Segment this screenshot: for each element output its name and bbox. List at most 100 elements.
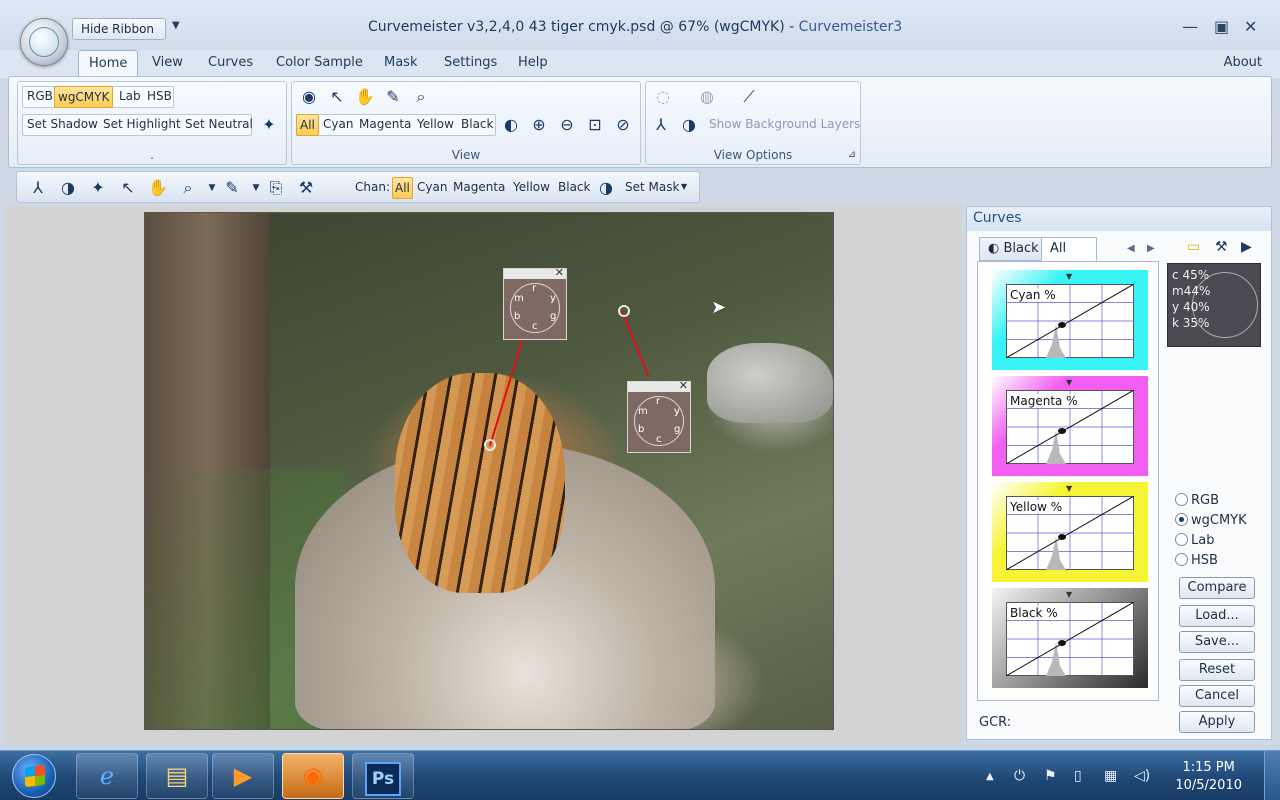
- sample-target-2[interactable]: [618, 305, 630, 317]
- cyan-curve[interactable]: Cyan % ▼: [992, 270, 1148, 370]
- set-mask-button[interactable]: Set Mask: [625, 177, 679, 199]
- zoom-out-icon[interactable]: ⊖: [556, 114, 578, 136]
- zoom-tool-icon[interactable]: ⌕: [410, 86, 432, 108]
- wrench-icon[interactable]: ⚒: [1215, 239, 1228, 255]
- hide-ribbon-button[interactable]: Hide Ribbon: [72, 18, 166, 40]
- tab-help[interactable]: Help: [512, 55, 554, 70]
- view-cyan-button[interactable]: Cyan: [320, 114, 356, 136]
- about-link[interactable]: About: [1224, 55, 1262, 70]
- color-sampler-1[interactable]: ✕ r m y b g c: [503, 266, 567, 340]
- mode-radio-wgcmyk[interactable]: wgCMYK: [1175, 513, 1247, 528]
- color-sampler-2[interactable]: ✕ r m y b g c: [627, 379, 691, 453]
- mode-radio-hsb[interactable]: HSB: [1175, 553, 1218, 568]
- magenta-curve[interactable]: Magenta % ▼: [992, 376, 1148, 476]
- curve-handle-icon[interactable]: ▼: [1066, 272, 1072, 281]
- mask-toggle-icon[interactable]: ◑: [678, 114, 700, 136]
- start-button[interactable]: [12, 754, 56, 798]
- firefox-icon[interactable]: ◉: [282, 753, 344, 799]
- tab-black[interactable]: ◐ Black: [979, 237, 1048, 261]
- power-icon[interactable]: ⏻: [1014, 768, 1025, 784]
- tab-color-sample[interactable]: Color Sample: [270, 55, 369, 70]
- tab-mask[interactable]: Mask: [378, 55, 423, 70]
- mode-wgcmyk-button[interactable]: wgCMYK: [54, 86, 114, 108]
- load-button[interactable]: Load...: [1179, 605, 1255, 627]
- image-canvas[interactable]: ✕ r m y b g c ✕ r m y b g c ➤: [144, 212, 834, 730]
- chan-all-button[interactable]: All: [392, 177, 413, 199]
- split-icon[interactable]: ⅄: [27, 177, 49, 199]
- hand-tool-icon[interactable]: ✋: [354, 86, 376, 108]
- network-icon[interactable]: ▦: [1104, 768, 1117, 784]
- zoom-icon[interactable]: ⌕: [177, 177, 199, 199]
- show-desktop-button[interactable]: [1264, 751, 1280, 800]
- tab-settings[interactable]: Settings: [438, 55, 503, 70]
- maximize-button[interactable]: ▣: [1214, 17, 1229, 36]
- zoom-actual-icon[interactable]: ⊘: [612, 114, 634, 136]
- action-center-flag-icon[interactable]: ⚑: [1044, 768, 1057, 784]
- tab-all[interactable]: All: [1041, 237, 1097, 261]
- close-button[interactable]: ✕: [1244, 17, 1257, 36]
- mode-hsb-button[interactable]: HSB: [144, 86, 175, 108]
- zoom-dropdown-icon[interactable]: ▼: [201, 177, 223, 199]
- mask-glasses-icon[interactable]: ◑: [57, 177, 79, 199]
- folder-icon[interactable]: ▭: [1187, 239, 1200, 255]
- quick-access-dropdown-icon[interactable]: ▼: [172, 20, 180, 31]
- compare-button[interactable]: Compare: [1179, 577, 1255, 599]
- sample-overlay-icon[interactable]: ◌: [652, 86, 674, 108]
- curve-display-icon[interactable]: ⟋: [738, 86, 760, 108]
- chan-magenta-button[interactable]: Magenta: [453, 177, 505, 199]
- chan-yellow-button[interactable]: Yellow: [513, 177, 550, 199]
- pan-hand-icon[interactable]: ✋: [147, 177, 169, 199]
- mode-radio-rgb[interactable]: RGB: [1175, 493, 1219, 508]
- device-icon[interactable]: ▯: [1074, 768, 1082, 784]
- eyedropper-icon[interactable]: ✎: [382, 86, 404, 108]
- set-mask-dropdown-icon[interactable]: ▼: [681, 177, 687, 199]
- reset-button[interactable]: Reset: [1179, 659, 1255, 681]
- eyedropper-tool-icon[interactable]: ✎: [221, 177, 243, 199]
- eyedropper-dropdown-icon[interactable]: ▼: [245, 177, 267, 199]
- zoom-in-icon[interactable]: ⊕: [528, 114, 550, 136]
- view-magenta-button[interactable]: Magenta: [356, 114, 414, 136]
- volume-icon[interactable]: ◁): [1134, 768, 1150, 784]
- media-player-icon[interactable]: ▶: [212, 753, 274, 799]
- tray-expand-icon[interactable]: ▲: [986, 771, 994, 782]
- tab-next-icon[interactable]: ▶: [1147, 243, 1155, 254]
- internet-explorer-icon[interactable]: ℯ: [76, 753, 138, 799]
- mode-lab-button[interactable]: Lab: [116, 86, 144, 108]
- file-explorer-icon[interactable]: ▤: [146, 753, 208, 799]
- cancel-button[interactable]: Cancel: [1179, 685, 1255, 707]
- set-highlight-button[interactable]: Set Highlight: [100, 114, 184, 136]
- sample-target-1[interactable]: [484, 439, 496, 451]
- clock[interactable]: 1:15 PM 10/5/2010: [1175, 759, 1242, 795]
- chan-cyan-button[interactable]: Cyan: [417, 177, 447, 199]
- view-all-button[interactable]: All: [296, 114, 319, 136]
- black-curve[interactable]: Black % ▼: [992, 588, 1148, 688]
- play-icon[interactable]: ▶: [1241, 239, 1252, 255]
- photoshop-taskbar-button[interactable]: Ps: [352, 753, 414, 799]
- tab-prev-icon[interactable]: ◀: [1127, 243, 1135, 254]
- app-orb-button[interactable]: [20, 18, 68, 66]
- view-yellow-button[interactable]: Yellow: [414, 114, 457, 136]
- chan-black-button[interactable]: Black: [558, 177, 590, 199]
- curve-handle-icon[interactable]: ▼: [1066, 378, 1072, 387]
- copy-icon[interactable]: ⎘: [265, 177, 287, 199]
- mask-overlay-icon[interactable]: ◍: [696, 86, 718, 108]
- set-shadow-button[interactable]: Set Shadow: [24, 114, 101, 136]
- sampler-close-icon[interactable]: ✕: [679, 379, 688, 392]
- zoom-fit-icon[interactable]: ⊡: [584, 114, 606, 136]
- pointer-arrow-icon[interactable]: ↖: [326, 86, 348, 108]
- mode-rgb-button[interactable]: RGB: [24, 86, 56, 108]
- auto-wand-icon[interactable]: ✦: [87, 177, 109, 199]
- tab-curves[interactable]: Curves: [202, 55, 259, 70]
- apply-button[interactable]: Apply: [1179, 711, 1255, 733]
- sampler-close-icon[interactable]: ✕: [555, 266, 564, 279]
- mask-icon[interactable]: ◐: [500, 114, 522, 136]
- auto-neutral-wand-icon[interactable]: ✦: [258, 114, 280, 136]
- mask-icon-small[interactable]: ◑: [595, 177, 617, 199]
- show-background-layers-button[interactable]: Show Background Layers: [706, 114, 863, 136]
- curve-handle-icon[interactable]: ▼: [1066, 484, 1072, 493]
- curves-logo-icon[interactable]: ◉: [298, 86, 320, 108]
- yellow-curve[interactable]: Yellow % ▼: [992, 482, 1148, 582]
- split-view-icon[interactable]: ⅄: [650, 114, 672, 136]
- curve-handle-icon[interactable]: ▼: [1066, 590, 1072, 599]
- minimize-button[interactable]: —: [1182, 17, 1198, 36]
